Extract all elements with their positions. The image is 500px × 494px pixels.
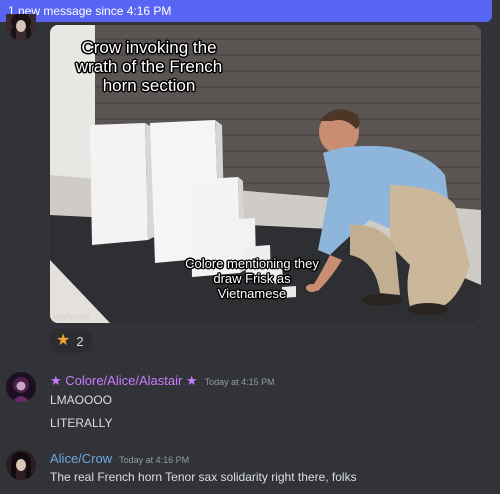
meme-watermark: imgflip.com (54, 314, 90, 321)
avatar[interactable] (6, 14, 36, 40)
message-timestamp: Today at 4:15 PM (204, 377, 275, 387)
reaction-count: 2 (76, 333, 84, 349)
message-timestamp: Today at 4:16 PM (119, 455, 190, 465)
new-messages-banner[interactable]: 1 new message since 4:16 PM (0, 0, 492, 22)
star-reaction-button[interactable]: ★ 2 (50, 329, 92, 353)
avatar-image (6, 372, 36, 402)
message-author[interactable]: ★ Colore/Alice/Alastair ★ (50, 373, 198, 389)
message-text: The real French horn Tenor sax solidarit… (50, 470, 357, 484)
meme-image[interactable]: Crow invoking the wrath of the French ho… (50, 25, 481, 323)
avatar-image (6, 450, 36, 480)
meme-bottom-caption: Colore mentioning they draw Frisk as Vie… (185, 256, 319, 301)
message-author[interactable]: Alice/Crow (50, 451, 112, 466)
avatar[interactable] (6, 372, 36, 402)
avatar[interactable] (6, 450, 36, 480)
message-text: LMAOOOO (50, 393, 113, 407)
meme-top-caption: Crow invoking the wrath of the French ho… (75, 38, 223, 95)
message-text: LITERALLY (50, 416, 113, 430)
avatar-image (6, 14, 36, 40)
star-icon: ★ (56, 332, 71, 349)
